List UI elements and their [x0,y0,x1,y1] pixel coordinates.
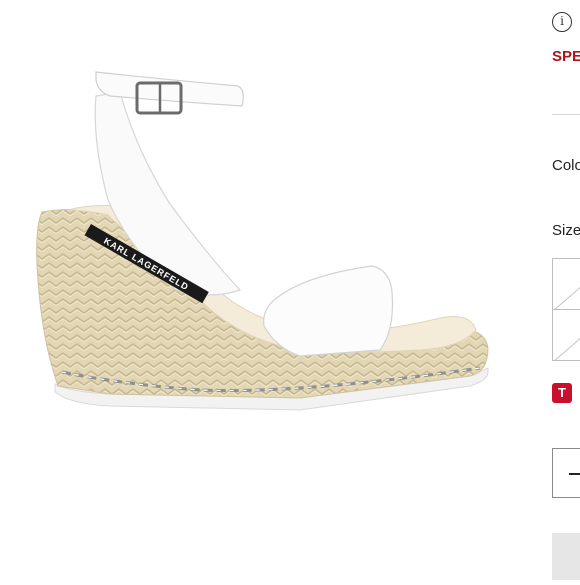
product-image: KARL LAGERFELD [0,0,530,580]
info-icon[interactable]: i [552,12,572,32]
promo-text: SPE [552,48,580,65]
quantity-decrease-button[interactable] [552,448,580,498]
sandal-illustration: KARL LAGERFELD [36,71,489,411]
size-label: Size [552,222,580,239]
add-to-bag-button[interactable] [552,533,580,580]
strike-through-icon [554,337,580,360]
color-label: Colo [552,157,580,174]
tag-badge: T [552,383,572,403]
size-option-unavailable[interactable] [552,309,580,361]
product-detail-panel: i SPE Colo Size T [530,0,580,580]
divider [552,114,580,115]
strike-through-icon [554,286,580,309]
size-option-unavailable[interactable] [552,258,580,310]
toe-strap [263,265,394,357]
minus-icon [569,473,580,475]
